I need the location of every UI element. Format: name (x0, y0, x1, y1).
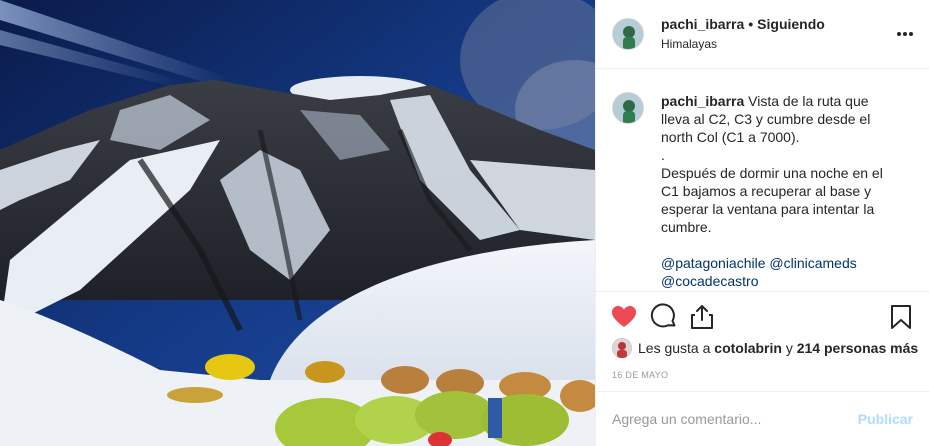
instagram-post: pachi_ibarra • Siguiendo Himalayas pachi_i… (0, 0, 929, 446)
location-link[interactable]: Himalayas (661, 35, 825, 53)
caption-text-1: pachi_ibarra Vista de la ruta que lleva … (661, 92, 891, 146)
caption: pachi_ibarra Vista de la ruta que lleva … (612, 92, 913, 290)
action-bar (596, 291, 929, 342)
caption-dot: . (661, 147, 665, 163)
caption-tags: @patagoniachile @clinicameds @cocadecastr… (661, 254, 891, 290)
follow-status-button[interactable]: Siguiendo (757, 16, 825, 32)
tag-link[interactable]: @cocadecastro (661, 273, 758, 289)
publish-button[interactable]: Publicar (858, 411, 913, 427)
avatar-image (612, 338, 632, 358)
post-header: pachi_ibarra • Siguiendo Himalayas (596, 0, 929, 69)
post-photo[interactable] (0, 0, 595, 446)
avatar-image (613, 19, 643, 49)
post-side-panel: pachi_ibarra • Siguiendo Himalayas pachi_i… (595, 0, 929, 446)
header-text: pachi_ibarra • Siguiendo Himalayas (661, 15, 825, 53)
likes-conj: y (785, 340, 793, 356)
tag-link[interactable]: @patagoniachile (661, 255, 766, 271)
caption-line-2: Después de dormir una noche en el C1 baj… (661, 165, 883, 235)
header-username[interactable]: pachi_ibarra (661, 16, 744, 32)
share-icon[interactable] (688, 303, 716, 331)
comment-box: Publicar (596, 391, 929, 446)
post-date[interactable]: 16 DE MAYO (612, 370, 668, 380)
liker-avatar[interactable] (612, 338, 632, 358)
avatar[interactable] (612, 18, 644, 50)
caption-body: pachi_ibarra Vista de la ruta que lleva … (661, 92, 891, 290)
likes-summary: Les gusta a cotolabrin y 214 personas má… (612, 338, 918, 358)
liker-username[interactable]: cotolabrin (714, 340, 782, 356)
caption-avatar[interactable] (612, 92, 644, 124)
bookmark-icon[interactable] (887, 303, 915, 331)
comment-input[interactable] (612, 411, 850, 427)
mountain-photo (0, 0, 595, 446)
tag-link[interactable]: @clinicameds (769, 255, 856, 271)
comment-icon[interactable] (650, 303, 678, 331)
header-separator: • (748, 16, 754, 32)
heart-icon[interactable] (610, 303, 638, 331)
more-options-icon[interactable] (895, 24, 915, 44)
caption-username[interactable]: pachi_ibarra (661, 93, 744, 109)
likes-count-link[interactable]: 214 personas más (797, 340, 918, 356)
avatar-image (613, 93, 643, 123)
header-line: pachi_ibarra • Siguiendo (661, 15, 825, 33)
likes-prefix: Les gusta a (638, 340, 711, 356)
